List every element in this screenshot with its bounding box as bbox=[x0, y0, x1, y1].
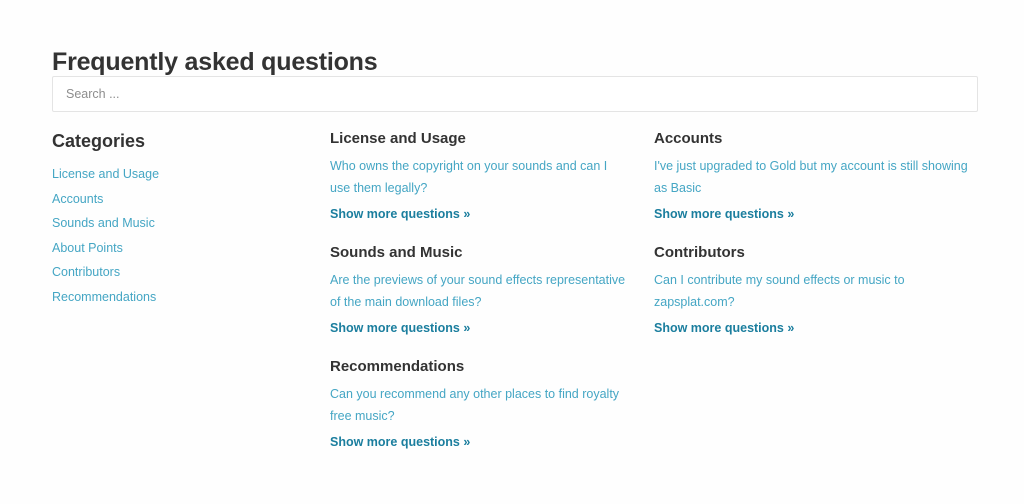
list-item: Sounds and Music bbox=[52, 214, 302, 232]
right-column: Accounts I've just upgraded to Gold but … bbox=[654, 130, 974, 358]
faq-block-license-and-usage: License and Usage Who owns the copyright… bbox=[330, 130, 630, 223]
categories-list: License and Usage Accounts Sounds and Mu… bbox=[52, 165, 302, 306]
faq-block-contributors: Contributors Can I contribute my sound e… bbox=[654, 244, 974, 337]
sidebar-item-accounts[interactable]: Accounts bbox=[52, 192, 103, 207]
categories-heading: Categories bbox=[52, 131, 146, 151]
faq-question-link[interactable]: Who owns the copyright on your sounds an… bbox=[330, 156, 630, 199]
page-title: Frequently asked questions bbox=[52, 47, 378, 76]
list-item: Contributors bbox=[52, 263, 302, 281]
show-more-questions-link[interactable]: Show more questions » bbox=[330, 206, 470, 222]
sidebar-item-about-points[interactable]: About Points bbox=[52, 241, 123, 256]
faq-block-title: Recommendations bbox=[330, 358, 465, 375]
faq-block-sounds-and-music: Sounds and Music Are the previews of you… bbox=[330, 244, 630, 337]
show-more-questions-link[interactable]: Show more questions » bbox=[330, 434, 470, 450]
faq-block-title: Sounds and Music bbox=[330, 244, 463, 261]
show-more-questions-link[interactable]: Show more questions » bbox=[654, 320, 794, 336]
faq-page: Frequently asked questions Categories Li… bbox=[0, 0, 1024, 504]
faq-question-link[interactable]: Can you recommend any other places to fi… bbox=[330, 384, 630, 427]
show-more-questions-link[interactable]: Show more questions » bbox=[330, 320, 470, 336]
faq-question-link[interactable]: Are the previews of your sound effects r… bbox=[330, 270, 630, 313]
middle-column: License and Usage Who owns the copyright… bbox=[330, 130, 630, 472]
faq-question-link[interactable]: I've just upgraded to Gold but my accoun… bbox=[654, 156, 974, 199]
sidebar-item-contributors[interactable]: Contributors bbox=[52, 265, 120, 280]
list-item: Accounts bbox=[52, 190, 302, 208]
faq-question-link[interactable]: Can I contribute my sound effects or mus… bbox=[654, 270, 974, 313]
faq-block-title: License and Usage bbox=[330, 130, 466, 147]
sidebar-item-recommendations[interactable]: Recommendations bbox=[52, 290, 156, 305]
faq-block-title: Accounts bbox=[654, 130, 723, 147]
faq-block-title: Contributors bbox=[654, 244, 745, 261]
search-input[interactable] bbox=[52, 76, 978, 112]
list-item: License and Usage bbox=[52, 165, 302, 183]
list-item: Recommendations bbox=[52, 288, 302, 306]
categories-sidebar: Categories License and Usage Accounts So… bbox=[52, 130, 302, 312]
search-bar bbox=[52, 76, 978, 112]
faq-block-accounts: Accounts I've just upgraded to Gold but … bbox=[654, 130, 974, 223]
list-item: About Points bbox=[52, 239, 302, 257]
sidebar-item-license-and-usage[interactable]: License and Usage bbox=[52, 167, 159, 182]
faq-block-recommendations: Recommendations Can you recommend any ot… bbox=[330, 358, 630, 451]
sidebar-item-sounds-and-music[interactable]: Sounds and Music bbox=[52, 216, 155, 231]
show-more-questions-link[interactable]: Show more questions » bbox=[654, 206, 794, 222]
